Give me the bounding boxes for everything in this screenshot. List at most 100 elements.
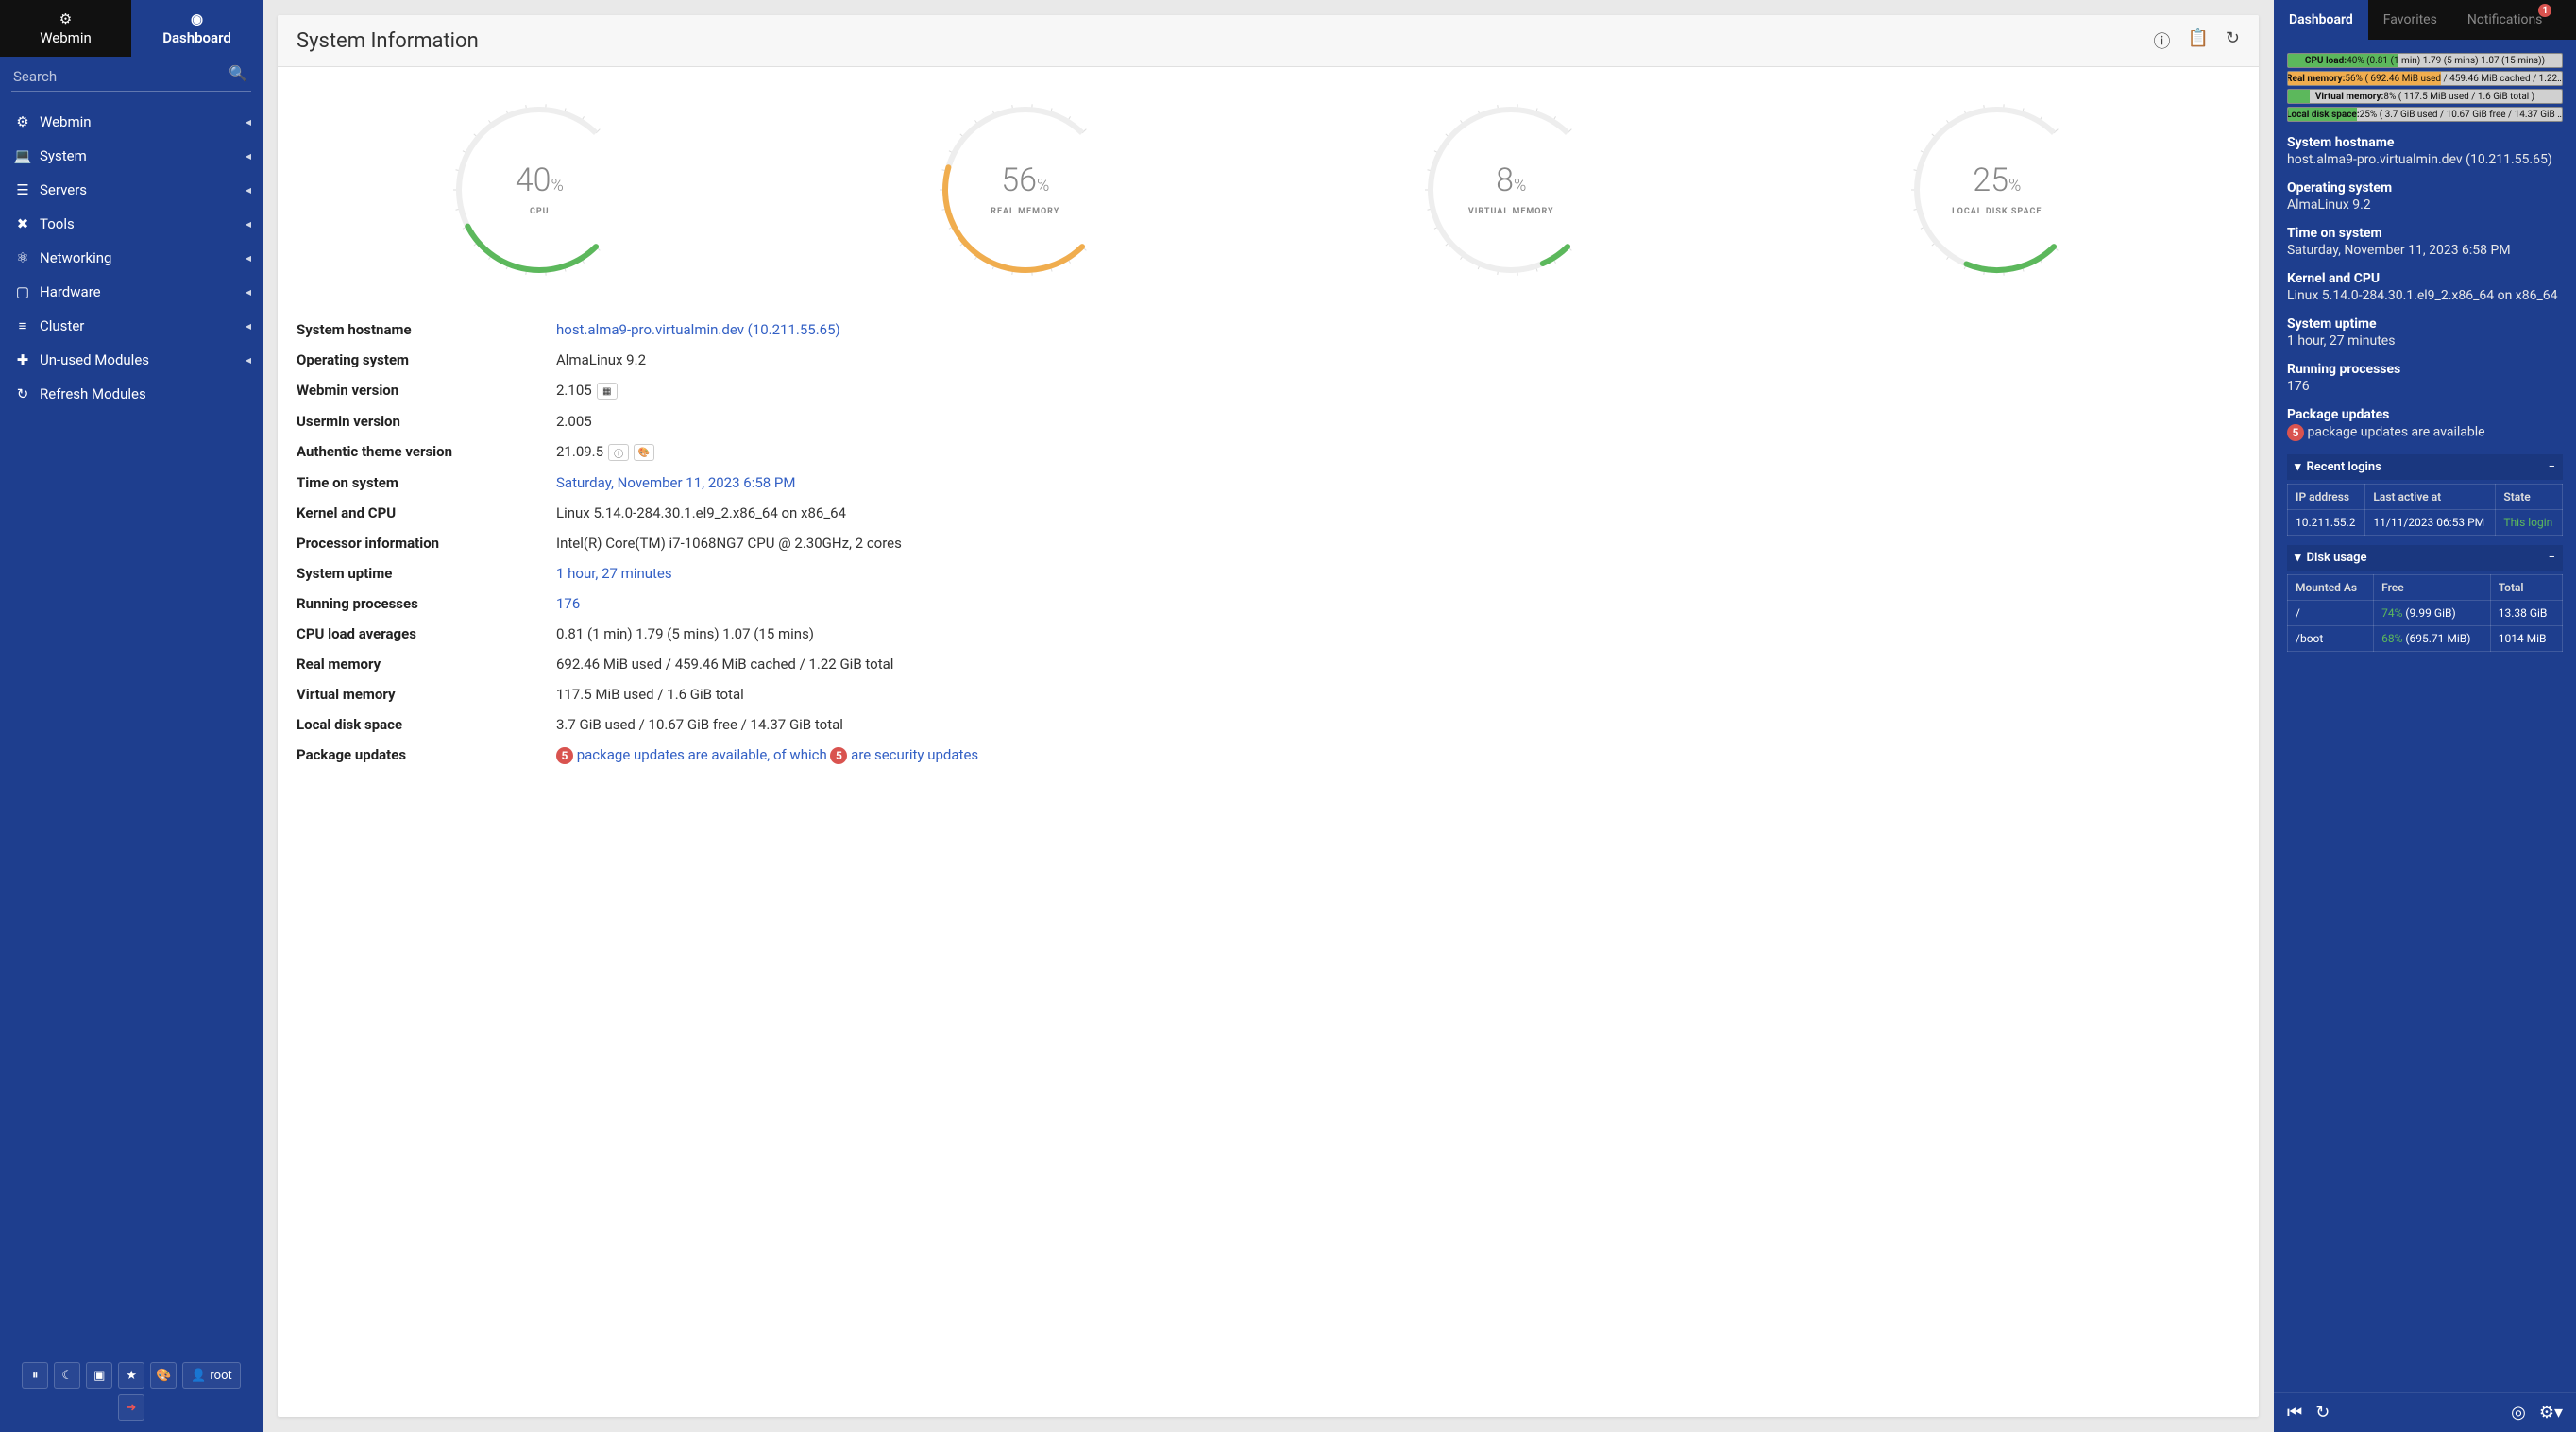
gauge-value: 8% — [1496, 162, 1526, 199]
theme-config-button[interactable]: 🎨 — [634, 444, 654, 461]
label-kernel: Kernel and CPU — [297, 504, 556, 521]
rp-pkg-v: 5 package updates are available — [2287, 424, 2563, 441]
value-kernel: Linux 5.14.0-284.30.1.el9_2.x86_64 on x8… — [556, 504, 846, 521]
value-time[interactable]: Saturday, November 11, 2023 6:58 PM — [556, 474, 795, 491]
rp-pkg-count: 5 — [2287, 424, 2304, 441]
rp-hostname-v: host.alma9-pro.virtualmin.dev (10.211.55… — [2287, 152, 2563, 167]
pkg-security-link[interactable]: are security updates — [847, 746, 978, 763]
label-webmin-version: Webmin version — [297, 382, 556, 400]
favorites-button[interactable]: ★ — [118, 1362, 144, 1389]
nav-menu: ⚙Webmin◀💻System◀☰Servers◀✖Tools◀⚛Network… — [0, 105, 263, 1351]
right-tab-dashboard[interactable]: Dashboard — [2274, 0, 2368, 40]
value-uptime[interactable]: 1 hour, 27 minutes — [556, 565, 672, 582]
nav-item-networking[interactable]: ⚛Networking◀ — [0, 241, 263, 275]
minimize-icon[interactable]: − — [2549, 551, 2555, 565]
table-row: 10.211.55.211/11/2023 06:53 PMThis login — [2288, 510, 2563, 536]
nav-label: Servers — [40, 181, 87, 198]
tab-webmin[interactable]: ⚙ Webmin — [0, 0, 131, 57]
chevron-down-icon: ▾ — [2295, 551, 2301, 565]
notification-badge: 1 — [2538, 4, 2551, 17]
mini-bar: Local disk space: 25% ( 3.7 GiB used / 1… — [2287, 107, 2563, 122]
rp-procs-v: 176 — [2287, 379, 2563, 394]
th-free: Free — [2374, 575, 2491, 601]
nav-item-webmin[interactable]: ⚙Webmin◀ — [0, 105, 263, 139]
rp-kernel-v: Linux 5.14.0-284.30.1.el9_2.x86_64 on x8… — [2287, 288, 2563, 303]
label-realmem: Real memory — [297, 656, 556, 673]
nav-item-hardware[interactable]: ▢Hardware◀ — [0, 275, 263, 309]
sidebar-tabs: ⚙ Webmin ◉ Dashboard — [0, 0, 263, 57]
terminal-button[interactable]: ▣ — [86, 1362, 112, 1389]
pkg-updates-link[interactable]: package updates are available, of which — [573, 746, 830, 763]
theme-info-button[interactable]: ⓘ — [608, 444, 629, 461]
tab-dashboard-label: Dashboard — [162, 29, 231, 46]
nav-item-servers[interactable]: ☰Servers◀ — [0, 173, 263, 207]
th-mounted: Mounted As — [2288, 575, 2374, 601]
chevron-left-icon: ◀ — [246, 254, 251, 263]
nav-item-cluster[interactable]: ≡Cluster◀ — [0, 309, 263, 343]
settings-icon[interactable]: ⚙▾ — [2539, 1403, 2563, 1423]
target-icon[interactable]: ◎ — [2511, 1403, 2526, 1423]
refresh-right-button[interactable]: ↻ — [2315, 1403, 2330, 1423]
rp-procs-h: Running processes — [2287, 362, 2563, 377]
label-packages: Package updates — [297, 746, 556, 764]
refresh-icon[interactable]: ↻ — [2226, 28, 2240, 53]
value-webmin-version: 2.105 — [556, 382, 592, 399]
rp-os-v: AlmaLinux 9.2 — [2287, 197, 2563, 213]
right-tab-notifications[interactable]: Notifications1 — [2452, 0, 2558, 40]
rp-time-h: Time on system — [2287, 226, 2563, 241]
rp-uptime-h: System uptime — [2287, 316, 2563, 332]
webmin-version-button[interactable]: ▦ — [597, 383, 618, 400]
help-icon[interactable]: ⓘ — [2153, 28, 2170, 53]
user-button[interactable]: 👤root — [182, 1362, 241, 1389]
table-row: /boot68% (695.71 MiB)1014 MiB — [2288, 626, 2563, 652]
theme-button[interactable]: 🎨 — [150, 1362, 177, 1389]
td-time: 11/11/2023 06:53 PM — [2365, 510, 2496, 536]
td-mount: /boot — [2288, 626, 2374, 652]
value-load: 0.81 (1 min) 1.79 (5 mins) 1.07 (15 mins… — [556, 625, 814, 642]
collapse-sidebar-button[interactable]: ⏸ — [22, 1362, 48, 1389]
night-mode-button[interactable]: ☾ — [54, 1362, 80, 1389]
search-icon[interactable]: 🔍 — [229, 64, 247, 82]
nav-item-tools[interactable]: ✖Tools◀ — [0, 207, 263, 241]
label-load: CPU load averages — [297, 625, 556, 642]
label-hostname: System hostname — [297, 321, 556, 338]
collapse-right-button[interactable]: ⏮ — [2287, 1403, 2302, 1423]
right-panel: Dashboard Favorites Notifications1 CPU l… — [2274, 0, 2576, 1432]
label-virtmem: Virtual memory — [297, 686, 556, 703]
nav-item-un-used-modules[interactable]: ✚Un-used Modules◀ — [0, 343, 263, 377]
value-packages: 5 package updates are available, of whic… — [556, 746, 978, 764]
logout-button[interactable]: ➜ — [118, 1394, 144, 1421]
clipboard-icon[interactable]: 📋 — [2187, 28, 2208, 53]
nav-label: Refresh Modules — [40, 385, 146, 402]
value-processes[interactable]: 176 — [556, 595, 580, 612]
nav-label: Webmin — [40, 113, 92, 130]
nav-label: Hardware — [40, 283, 101, 300]
nav-item-system[interactable]: 💻System◀ — [0, 139, 263, 173]
content-panel: System Information ⓘ 📋 ↻ 40%CPU56%REAL M… — [278, 15, 2259, 1417]
gauge-value: 56% — [1001, 162, 1049, 199]
value-processor: Intel(R) Core(TM) i7-1068NG7 CPU @ 2.30G… — [556, 535, 902, 552]
gauge-local-disk-space: 25%LOCAL DISK SPACE — [1903, 95, 2092, 284]
rp-pkg-h: Package updates — [2287, 407, 2563, 422]
recent-logins-toggle[interactable]: ▾Recent logins − — [2287, 454, 2563, 480]
nav-item-refresh-modules[interactable]: ↻Refresh Modules — [0, 377, 263, 411]
search-input[interactable] — [11, 62, 251, 92]
right-tab-favorites[interactable]: Favorites — [2368, 0, 2452, 40]
td-state: This login — [2496, 510, 2563, 536]
webmin-logo-icon: ⚙ — [59, 10, 72, 27]
header-actions: ⓘ 📋 ↻ — [2153, 28, 2240, 53]
content-header: System Information ⓘ 📋 ↻ — [278, 15, 2259, 67]
tab-dashboard[interactable]: ◉ Dashboard — [131, 0, 263, 57]
minimize-icon[interactable]: − — [2549, 460, 2555, 474]
mini-bar: Virtual memory: 8% ( 117.5 MiB used / 1.… — [2287, 89, 2563, 104]
user-label: root — [210, 1369, 231, 1383]
value-hostname[interactable]: host.alma9-pro.virtualmin.dev (10.211.55… — [556, 321, 840, 338]
td-free: 68% (695.71 MiB) — [2374, 626, 2491, 652]
value-realmem: 692.46 MiB used / 459.46 MiB cached / 1.… — [556, 656, 893, 673]
td-free: 74% (9.99 GiB) — [2374, 601, 2491, 626]
right-panel-footer: ⏮ ↻ ◎ ⚙▾ — [2274, 1392, 2576, 1432]
system-info-table: System hostnamehost.alma9-pro.virtualmin… — [278, 303, 2259, 799]
th-total: Total — [2490, 575, 2562, 601]
value-os: AlmaLinux 9.2 — [556, 351, 646, 368]
disk-usage-toggle[interactable]: ▾Disk usage − — [2287, 545, 2563, 571]
